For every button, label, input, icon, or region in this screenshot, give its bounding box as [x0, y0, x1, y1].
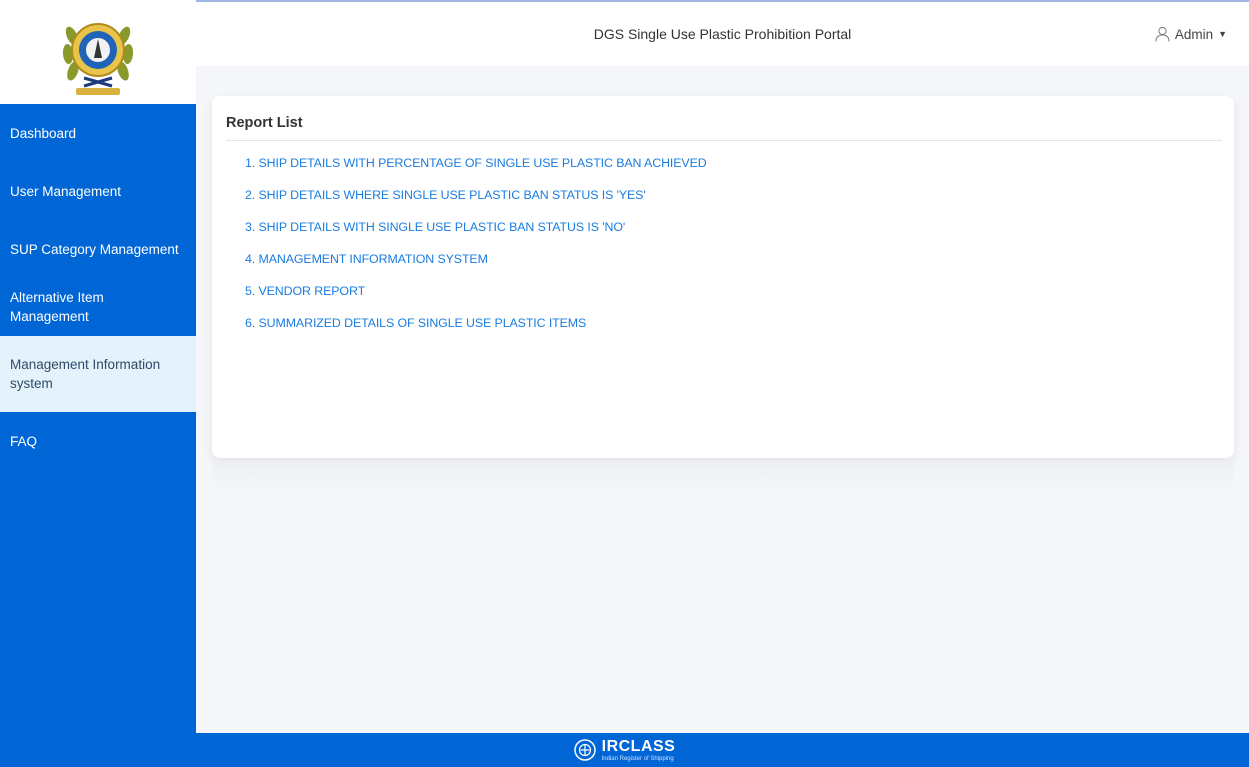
footer-brand: IRCLASS: [601, 737, 676, 755]
footer-tagline: Indian Register of Shipping: [601, 755, 674, 762]
list-item: 1. SHIP DETAILS WITH PERCENTAGE OF SINGL…: [245, 154, 707, 186]
sidebar-item-label: Alternative Item Management: [10, 290, 104, 324]
report-list-card: Report List 1. SHIP DETAILS WITH PERCENT…: [212, 96, 1234, 458]
list-item: 6. SUMMARIZED DETAILS OF SINGLE USE PLAS…: [245, 314, 707, 346]
report-list: 1. SHIP DETAILS WITH PERCENTAGE OF SINGL…: [245, 154, 707, 346]
report-link-6[interactable]: 6. SUMMARIZED DETAILS OF SINGLE USE PLAS…: [245, 316, 586, 330]
sidebar-item-user-management[interactable]: User Management: [0, 162, 196, 220]
card-shadow: [212, 462, 1234, 490]
list-item: 3. SHIP DETAILS WITH SINGLE USE PLASTIC …: [245, 218, 707, 250]
sidebar: Dashboard User Management SUP Category M…: [0, 0, 196, 733]
sidebar-item-label: SUP Category Management: [10, 241, 179, 257]
report-link-5[interactable]: 5. VENDOR REPORT: [245, 284, 365, 298]
report-link-2[interactable]: 2. SHIP DETAILS WHERE SINGLE USE PLASTIC…: [245, 188, 646, 202]
sidebar-item-label: FAQ: [10, 433, 38, 449]
footer-logo: IRCLASS Indian Register of Shipping: [601, 737, 676, 762]
logo[interactable]: [0, 0, 196, 104]
sidebar-item-alternative-item-management[interactable]: Alternative Item Management: [0, 278, 196, 336]
sidebar-nav: Dashboard User Management SUP Category M…: [0, 104, 196, 470]
list-item: 2. SHIP DETAILS WHERE SINGLE USE PLASTIC…: [245, 186, 707, 218]
sidebar-item-dashboard[interactable]: Dashboard: [0, 104, 196, 162]
footer: IRCLASS Indian Register of Shipping: [0, 733, 1249, 767]
dgs-emblem-logo-icon: [62, 23, 134, 95]
sidebar-item-sup-category-management[interactable]: SUP Category Management: [0, 220, 196, 278]
sidebar-item-label: User Management: [10, 183, 122, 199]
irclass-emblem-icon: [573, 739, 596, 761]
list-item: 4. MANAGEMENT INFORMATION SYSTEM: [245, 250, 707, 282]
caret-down-icon: ▼: [1218, 29, 1227, 39]
sidebar-item-management-information-system[interactable]: Management Information system: [0, 336, 196, 412]
sidebar-item-label: Management Information system: [10, 357, 161, 391]
report-link-3[interactable]: 3. SHIP DETAILS WITH SINGLE USE PLASTIC …: [245, 220, 625, 234]
report-link-4[interactable]: 4. MANAGEMENT INFORMATION SYSTEM: [245, 252, 488, 266]
list-item: 5. VENDOR REPORT: [245, 282, 707, 314]
report-link-1[interactable]: 1. SHIP DETAILS WITH PERCENTAGE OF SINGL…: [245, 156, 707, 170]
card-title: Report List: [226, 115, 303, 131]
user-icon: [1155, 26, 1170, 42]
page-title: DGS Single Use Plastic Prohibition Porta…: [593, 26, 852, 42]
user-menu-button[interactable]: Admin ▼: [1155, 26, 1227, 42]
top-header: DGS Single Use Plastic Prohibition Porta…: [196, 4, 1249, 66]
divider: [226, 140, 1222, 141]
user-name: Admin: [1174, 26, 1214, 42]
sidebar-item-faq[interactable]: FAQ: [0, 412, 196, 470]
sidebar-item-label: Dashboard: [10, 125, 77, 141]
